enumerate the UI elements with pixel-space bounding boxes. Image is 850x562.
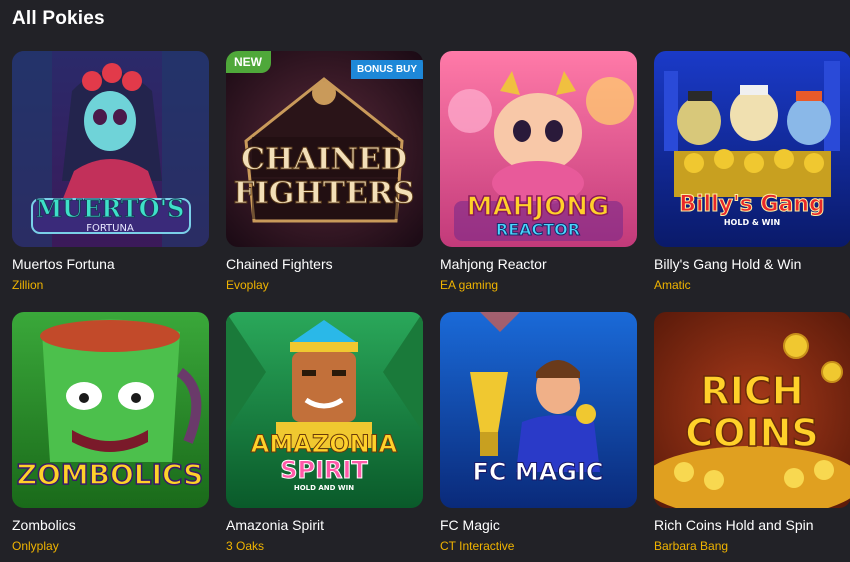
game-thumbnail[interactable]: ZOMBOLICS <box>12 312 209 508</box>
game-provider: CT Interactive <box>440 539 515 553</box>
game-thumbnail[interactable]: Billy's Gang HOLD & WIN <box>654 51 850 247</box>
game-provider: 3 Oaks <box>226 539 265 553</box>
game-name[interactable]: Muertos Fortuna <box>12 256 115 272</box>
game-thumbnail[interactable]: MUERTO'S FORTUNA <box>12 51 209 247</box>
game-provider: Evoplay <box>226 278 269 292</box>
game-name[interactable]: Chained Fighters <box>226 256 333 272</box>
game-card[interactable]: Billy's Gang HOLD & WIN Billy's Gang Hol… <box>654 51 850 312</box>
pokies-page: All Pokies MUERTO'S FORTUNA Muertos Fort… <box>0 0 850 562</box>
game-card[interactable]: AMAZONIA SPIRIT HOLD AND WIN Amazonia Sp… <box>226 312 423 562</box>
game-thumbnail[interactable]: FC MAGIC <box>440 312 637 508</box>
game-provider: EA gaming <box>440 278 499 292</box>
game-card[interactable]: RICH COINS Rich Coins Hold and Spin Barb… <box>654 312 850 562</box>
game-card[interactable]: MUERTO'S FORTUNA Muertos Fortuna Zillion <box>12 51 209 312</box>
game-name[interactable]: FC Magic <box>440 517 500 533</box>
game-card[interactable]: CHAINED FIGHTERS NEW BONUS BUY Chained F… <box>226 51 423 312</box>
billys-gang-artwork <box>654 51 850 247</box>
section-title: All Pokies <box>12 8 105 29</box>
game-provider: Zillion <box>12 278 44 292</box>
game-provider: Barbara Bang <box>654 539 729 553</box>
muertos-fortuna-artwork <box>12 51 209 247</box>
game-name[interactable]: Rich Coins Hold and Spin <box>654 517 814 533</box>
game-provider: Onlyplay <box>12 539 59 553</box>
game-name[interactable]: Mahjong Reactor <box>440 256 547 272</box>
mahjong-reactor-artwork <box>440 51 637 247</box>
new-badge: NEW <box>226 51 271 73</box>
game-thumbnail[interactable]: RICH COINS <box>654 312 850 508</box>
game-card[interactable]: MAHJONG REACTOR Mahjong Reactor EA gamin… <box>440 51 637 312</box>
game-card[interactable]: ZOMBOLICS Zombolics Onlyplay <box>12 312 209 562</box>
game-thumbnail[interactable]: CHAINED FIGHTERS NEW BONUS BUY <box>226 51 423 247</box>
fc-magic-artwork <box>440 312 637 508</box>
game-name[interactable]: Amazonia Spirit <box>226 517 324 533</box>
amazonia-spirit-artwork <box>226 312 423 508</box>
chained-fighters-artwork <box>226 51 423 247</box>
games-grid: MUERTO'S FORTUNA Muertos Fortuna Zillion <box>12 51 850 562</box>
game-provider: Amatic <box>654 278 691 292</box>
rich-coins-artwork <box>654 312 850 508</box>
game-card[interactable]: FC MAGIC FC Magic CT Interactive <box>440 312 637 562</box>
game-thumbnail[interactable]: AMAZONIA SPIRIT HOLD AND WIN <box>226 312 423 508</box>
zombolics-artwork <box>12 312 209 508</box>
game-name[interactable]: Billy's Gang Hold & Win <box>654 256 801 272</box>
game-thumbnail[interactable]: MAHJONG REACTOR <box>440 51 637 247</box>
game-name[interactable]: Zombolics <box>12 517 76 533</box>
bonus-buy-badge: BONUS BUY <box>350 60 423 79</box>
